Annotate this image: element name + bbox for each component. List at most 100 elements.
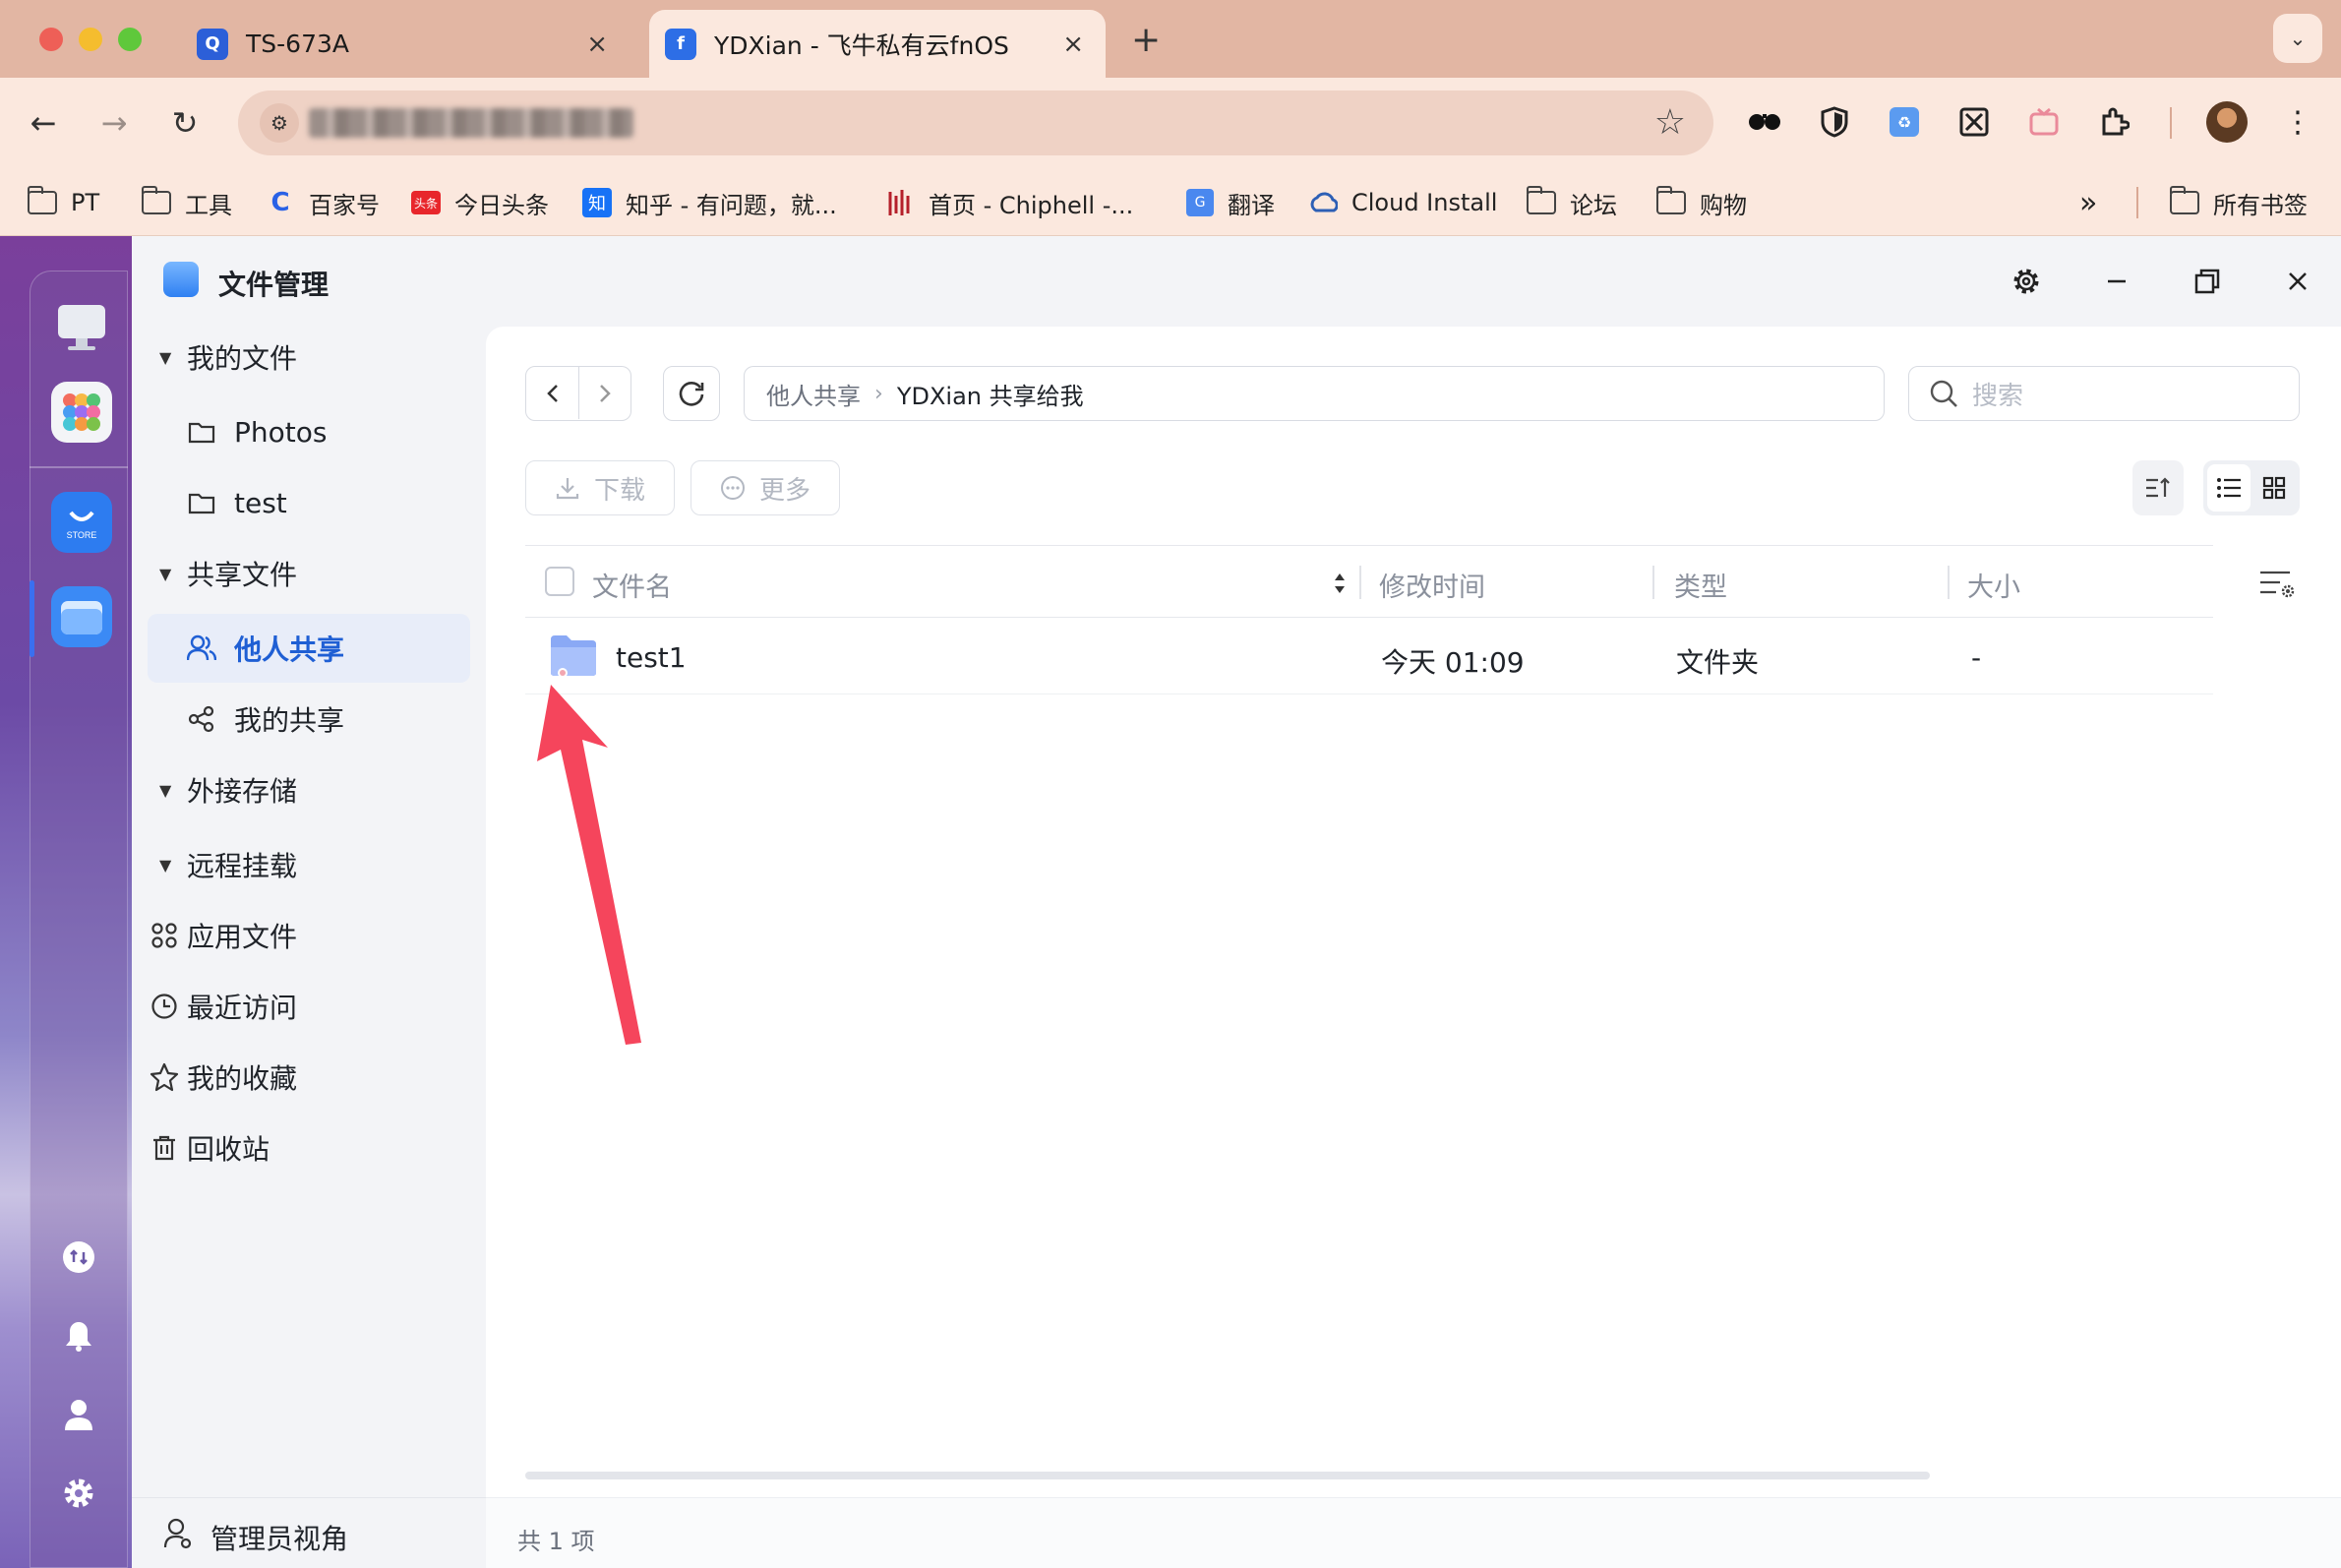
more-label: 更多 <box>758 475 810 506</box>
bookmark-toutiao[interactable]: 头条 今日头条 <box>411 183 549 222</box>
dock-store-icon[interactable]: STORE <box>51 492 112 553</box>
column-type[interactable]: 类型 <box>1674 566 1727 604</box>
bookmark-shopping[interactable]: 购物 <box>1655 183 1747 222</box>
download-button[interactable]: 下载 <box>525 460 675 515</box>
arrow-left-icon: ← <box>30 104 57 142</box>
site-settings-icon[interactable]: ⚙ <box>260 103 299 143</box>
caret-down-icon[interactable]: ▼ <box>159 781 171 800</box>
settings-gear-icon[interactable] <box>55 1470 102 1517</box>
sidebar-item-app-files[interactable]: 应用文件 <box>148 901 470 970</box>
sidebar-item-recent[interactable]: 最近访问 <box>148 972 470 1041</box>
window-minimize-button[interactable] <box>2097 262 2136 301</box>
window-maximize-button[interactable] <box>2188 262 2227 301</box>
select-all-checkbox[interactable] <box>545 567 574 596</box>
all-bookmarks[interactable]: 所有书签 <box>2169 183 2308 222</box>
tab-search-button[interactable]: ⌄ <box>2273 14 2322 63</box>
sidebar-item-trash[interactable]: 回收站 <box>148 1114 470 1182</box>
sidebar-item-my-shares[interactable]: 我的共享 <box>148 685 470 754</box>
refresh-button[interactable] <box>663 366 720 421</box>
sidebar-item-photos[interactable]: Photos <box>148 397 470 466</box>
search-icon <box>1930 380 1957 407</box>
extensions-puzzle-icon[interactable] <box>2092 100 2135 144</box>
column-name[interactable]: 文件名 <box>592 566 672 604</box>
admin-user-icon <box>163 1518 193 1553</box>
bookmark-zhihu[interactable]: 知 知乎 - 有问题，就... <box>582 183 837 222</box>
bookmark-pt[interactable]: PT <box>27 183 99 222</box>
sort-toggle-icon[interactable] <box>1332 570 1348 601</box>
reload-button[interactable]: ↻ <box>161 99 209 147</box>
reload-icon: ↻ <box>171 104 199 142</box>
nav-forward-button[interactable] <box>579 367 630 419</box>
window-settings-button[interactable] <box>2007 262 2046 301</box>
column-separator[interactable] <box>1359 566 1361 599</box>
admin-view-toggle[interactable]: 管理员视角 <box>132 1497 486 1568</box>
window-zoom-dot[interactable] <box>118 28 142 51</box>
dock-desktop-icon[interactable] <box>51 297 112 358</box>
column-separator[interactable] <box>1652 566 1654 599</box>
admin-view-label: 管理员视角 <box>210 1523 349 1555</box>
grid-view-button[interactable] <box>2252 464 2296 512</box>
column-size[interactable]: 大小 <box>1967 566 2020 604</box>
window-close-button[interactable] <box>2278 262 2317 301</box>
back-button[interactable]: ← <box>20 99 67 147</box>
profile-avatar[interactable] <box>2206 101 2248 143</box>
table-row[interactable]: test1 今天 01:09 文件夹 - <box>525 618 2213 694</box>
close-icon <box>2289 272 2307 290</box>
sidebar-item-shared-files[interactable]: ▼ 共享文件 <box>148 539 470 608</box>
close-icon[interactable]: × <box>1062 30 1084 59</box>
sidebar-item-test[interactable]: test <box>148 468 470 537</box>
nav-back-button[interactable] <box>526 367 579 419</box>
grid-view-icon <box>2262 476 2286 500</box>
caret-down-icon[interactable]: ▼ <box>159 348 171 367</box>
bookmark-chiphell[interactable]: 首页 - Chiphell -... <box>885 183 1133 222</box>
extension-shield-icon[interactable] <box>1813 100 1856 144</box>
bookmark-baijiahao[interactable]: C 百家号 <box>266 183 380 222</box>
bookmark-translate[interactable]: G 翻译 <box>1186 183 1275 222</box>
user-icon[interactable] <box>55 1391 102 1438</box>
column-modified[interactable]: 修改时间 <box>1379 566 1485 604</box>
sort-button[interactable] <box>2132 460 2184 515</box>
sidebar-item-shared-with-me[interactable]: 他人共享 <box>148 614 470 683</box>
more-button[interactable]: 更多 <box>690 460 840 515</box>
address-bar[interactable]: ⚙ ☆ <box>238 90 1713 155</box>
transfer-icon[interactable] <box>55 1234 102 1281</box>
window-minimize-dot[interactable] <box>79 28 102 51</box>
new-tab-button[interactable]: + <box>1131 20 1161 60</box>
folder-icon <box>141 186 171 214</box>
sidebar-item-remote-mount[interactable]: ▼ 远程挂载 <box>148 830 470 899</box>
extension-tv-icon[interactable] <box>2022 100 2066 144</box>
tab-ydxian[interactable]: f YDXian - 飞牛私有云fnOS × <box>649 10 1106 78</box>
sidebar-item-external-storage[interactable]: ▼ 外接存储 <box>148 755 470 824</box>
sidebar-item-label: Photos <box>234 415 328 449</box>
caret-down-icon[interactable]: ▼ <box>159 856 171 874</box>
column-separator[interactable] <box>1948 566 1950 599</box>
browser-menu-icon[interactable]: ⋮ <box>2276 100 2319 144</box>
column-settings-icon[interactable] <box>2258 569 2298 604</box>
list-view-button[interactable] <box>2207 464 2251 512</box>
breadcrumb-item-shared-with-me[interactable]: 他人共享 <box>766 377 861 411</box>
sidebar-item-my-files[interactable]: ▼ 我的文件 <box>148 323 470 392</box>
window-titlebar: 文件管理 <box>132 236 2341 323</box>
extension-glasses-icon[interactable] <box>1743 100 1786 144</box>
forward-button[interactable]: → <box>90 99 138 147</box>
caret-down-icon[interactable]: ▼ <box>159 565 171 583</box>
gear-icon <box>2013 269 2039 294</box>
dock-apps-icon[interactable] <box>51 382 112 443</box>
tab-label: YDXian - 飞牛私有云fnOS <box>714 30 1009 60</box>
bookmark-cloud-install[interactable]: Cloud Install <box>1308 183 1497 222</box>
bell-icon[interactable] <box>55 1312 102 1359</box>
sidebar-item-favorites[interactable]: 我的收藏 <box>148 1043 470 1112</box>
file-name[interactable]: test1 <box>616 641 687 674</box>
window-close-dot[interactable] <box>39 28 63 51</box>
bookmark-star-icon[interactable]: ☆ <box>1654 102 1686 143</box>
bookmarks-overflow-button[interactable]: » <box>2079 183 2097 222</box>
extension-scissors-icon[interactable] <box>1952 100 1996 144</box>
search-input[interactable]: 搜索 <box>1908 366 2300 421</box>
tab-ts-673a[interactable]: Q TS-673A × <box>177 10 630 78</box>
bookmark-forum[interactable]: 论坛 <box>1526 183 1617 222</box>
dock-file-manager-icon[interactable] <box>51 586 112 647</box>
horizontal-scrollbar[interactable] <box>525 1472 1930 1479</box>
bookmark-tools[interactable]: 工具 <box>141 183 232 222</box>
close-icon[interactable]: × <box>586 30 608 59</box>
extension-translate-icon[interactable]: ♻ <box>1883 100 1926 144</box>
